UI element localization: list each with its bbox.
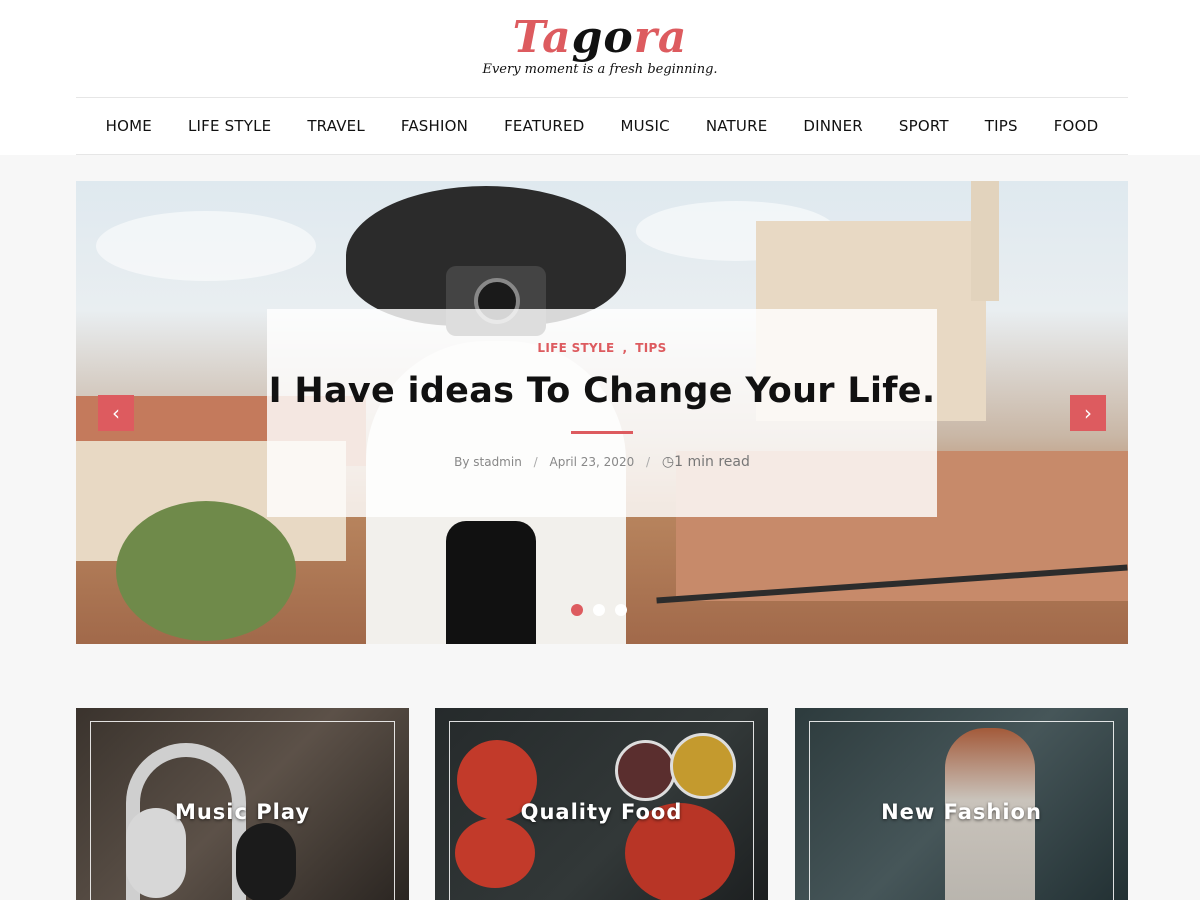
nav-item-featured[interactable]: FEATURED: [486, 117, 602, 135]
post-author[interactable]: By stadmin: [454, 455, 522, 469]
main-navigation: HOME LIFE STYLE TRAVEL FASHION FEATURED …: [76, 98, 1128, 154]
category-separator: ,: [622, 341, 628, 355]
slider-pagination: [571, 604, 627, 616]
church-tower: [971, 181, 999, 301]
nav-item-music[interactable]: MUSIC: [602, 117, 687, 135]
site-tagline: Every moment is a fresh beginning.: [482, 62, 718, 77]
cloud-decoration: [96, 211, 316, 281]
nav-item-dinner[interactable]: DINNER: [785, 117, 881, 135]
meta-separator: /: [646, 455, 651, 469]
card-title[interactable]: Music Play: [76, 800, 409, 824]
slider-next-button[interactable]: ›: [1070, 395, 1106, 431]
clock-icon: ◷: [661, 454, 675, 470]
nav-item-sport[interactable]: SPORT: [881, 117, 967, 135]
read-time: ◷1 min read: [662, 454, 750, 470]
card-title[interactable]: Quality Food: [435, 800, 768, 824]
post-date[interactable]: April 23, 2020: [550, 455, 635, 469]
nav-item-tips[interactable]: TIPS: [967, 117, 1036, 135]
logo-part-2: go: [571, 12, 634, 63]
nav-item-fashion[interactable]: FASHION: [383, 117, 486, 135]
chevron-right-icon: ›: [1084, 401, 1092, 425]
category-link-tips[interactable]: TIPS: [635, 341, 666, 355]
slide-categories: LIFE STYLE, TIPS: [267, 341, 937, 355]
card-quality-food[interactable]: Quality Food: [435, 708, 768, 900]
card-new-fashion[interactable]: New Fashion: [795, 708, 1128, 900]
slider-dot-1[interactable]: [571, 604, 583, 616]
category-link-life-style[interactable]: LIFE STYLE: [537, 341, 614, 355]
card-music-play[interactable]: Music Play: [76, 708, 409, 900]
site-logo[interactable]: Tagora: [0, 10, 1200, 66]
black-top-figure: [446, 521, 536, 644]
tree-decoration: [116, 501, 296, 641]
nav-item-home[interactable]: HOME: [106, 117, 170, 135]
featured-cards: Music Play Quality Food New Fashion: [76, 708, 1128, 900]
nav-divider-bottom: [76, 154, 1128, 155]
card-title[interactable]: New Fashion: [795, 800, 1128, 824]
site-header: Tagora Every moment is a fresh beginning…: [0, 0, 1200, 155]
slider-prev-button[interactable]: ‹: [98, 395, 134, 431]
slide-caption-box: LIFE STYLE, TIPS I Have ideas To Change Y…: [267, 309, 937, 517]
meta-separator: /: [533, 455, 538, 469]
chevron-left-icon: ‹: [112, 401, 120, 425]
slider-dot-2[interactable]: [593, 604, 605, 616]
nav-item-food[interactable]: FOOD: [1036, 117, 1099, 135]
title-underline: [571, 431, 633, 434]
nav-item-life-style[interactable]: LIFE STYLE: [170, 117, 289, 135]
logo-part-1: Ta: [512, 12, 572, 63]
slide-title[interactable]: I Have ideas To Change Your Life.: [267, 371, 937, 411]
read-time-text: 1 min read: [674, 454, 750, 470]
slider-dot-3[interactable]: [615, 604, 627, 616]
slide-meta: By stadmin / April 23, 2020 / ◷1 min rea…: [267, 454, 937, 470]
nav-item-travel[interactable]: TRAVEL: [289, 117, 383, 135]
logo-part-3: ra: [633, 12, 688, 63]
nav-item-nature[interactable]: NATURE: [688, 117, 786, 135]
